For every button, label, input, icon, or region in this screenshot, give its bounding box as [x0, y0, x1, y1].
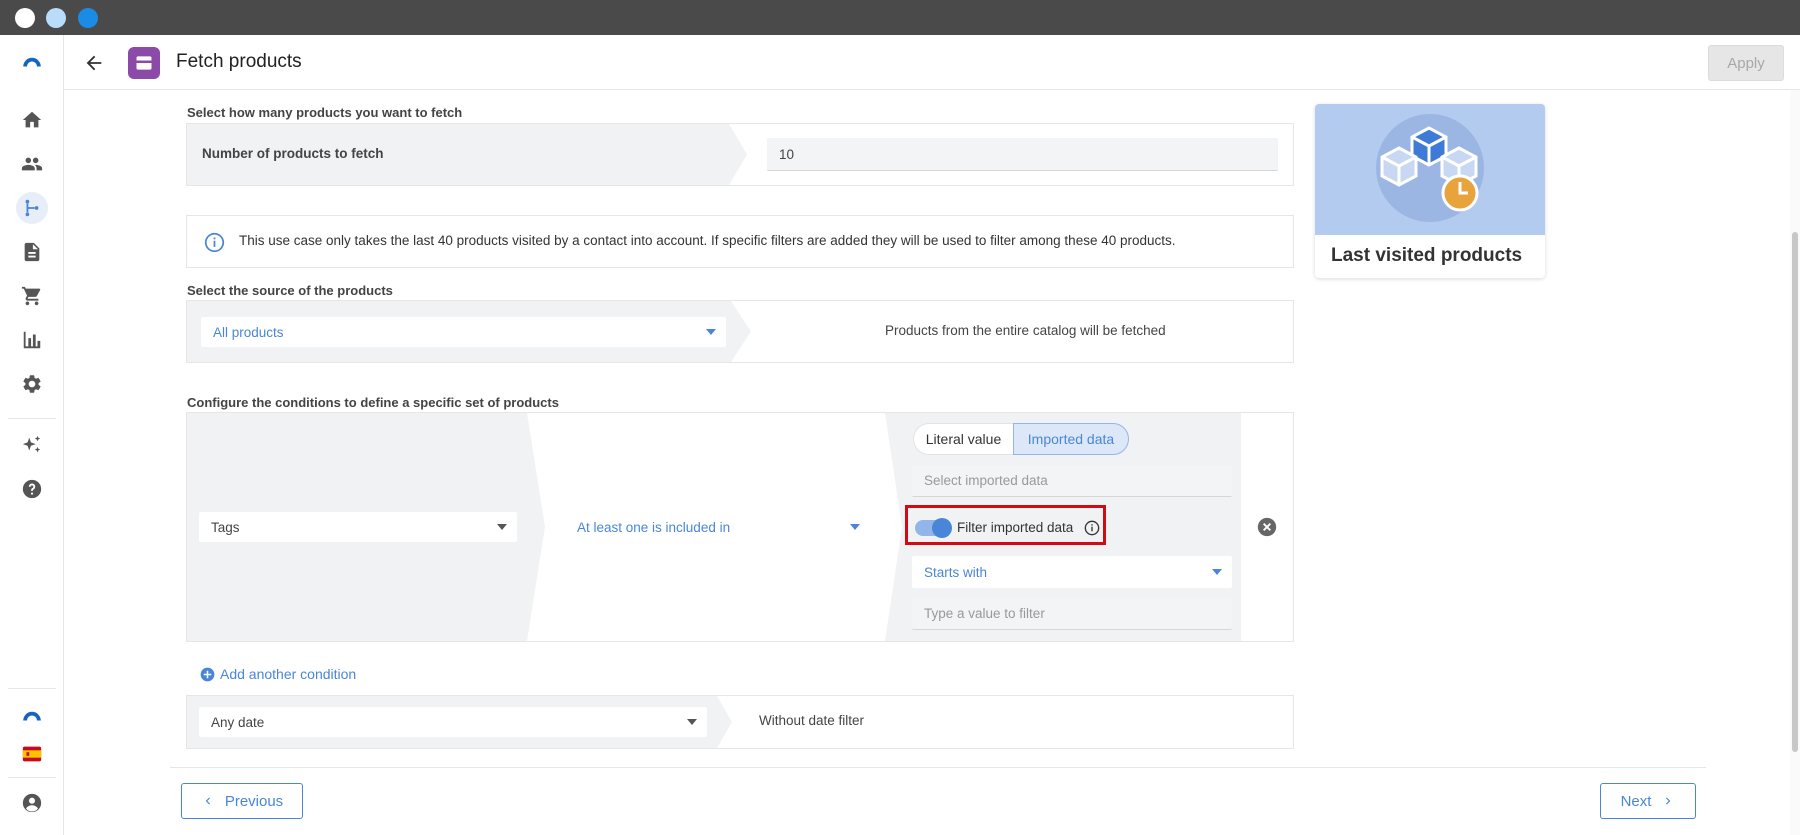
- remove-condition-icon[interactable]: [1257, 517, 1277, 537]
- cart-icon: [21, 286, 41, 306]
- add-circle-icon: [200, 667, 215, 681]
- back-button[interactable]: [80, 49, 108, 77]
- home-icon: [22, 111, 42, 128]
- sidebar: [0, 35, 64, 835]
- page-title: Fetch products: [176, 51, 302, 72]
- sidebar-item-settings[interactable]: [16, 368, 48, 400]
- filter-operator-select[interactable]: Starts with: [912, 556, 1232, 588]
- window-title-bar: [0, 0, 1800, 35]
- gear-icon: [23, 375, 41, 393]
- clock-icon: [1441, 174, 1479, 212]
- condition-field-value: Tags: [211, 519, 240, 535]
- info-box: This use case only takes the last 40 pro…: [186, 215, 1294, 268]
- page-header: Fetch products Apply: [64, 35, 1800, 90]
- date-panel: Any date Without date filter: [186, 695, 1294, 749]
- products-clock-illustration: [1376, 114, 1484, 222]
- arrow-left-icon: [86, 55, 102, 71]
- use-case-card[interactable]: Last visited products: [1315, 104, 1545, 278]
- source-panel: All products Products from the entire ca…: [186, 300, 1294, 363]
- fetch-panel: Number of products to fetch 10: [186, 123, 1294, 186]
- chevron-right-icon: [1666, 797, 1671, 805]
- branch-icon: [25, 199, 39, 217]
- window-close-button[interactable]: [15, 8, 35, 28]
- window-minimize-button[interactable]: [46, 8, 66, 28]
- user-account[interactable]: [16, 787, 48, 819]
- condition-row: Tags At least one is included in Literal…: [186, 412, 1294, 642]
- use-case-card-title: Last visited products: [1331, 245, 1523, 266]
- sidebar-item-documents[interactable]: [16, 236, 48, 268]
- source-description: Products from the entire catalog will be…: [885, 323, 1166, 338]
- logo-icon: [23, 57, 41, 67]
- chevron-down-icon: [1212, 569, 1222, 575]
- info-text: This use case only takes the last 40 pro…: [239, 233, 1176, 248]
- sidebar-item-shop[interactable]: [16, 280, 48, 312]
- logo-icon: [23, 711, 41, 721]
- filter-value-input[interactable]: Type a value to filter: [912, 598, 1232, 630]
- window-maximize-button[interactable]: [78, 8, 98, 28]
- fetch-section-label: Select how many products you want to fet…: [187, 105, 463, 120]
- sidebar-item-home[interactable]: [16, 104, 48, 136]
- sidebar-divider: [8, 777, 56, 778]
- source-select-value: All products: [213, 324, 284, 340]
- imported-data-placeholder: Select imported data: [924, 473, 1048, 488]
- filter-operator-value: Starts with: [924, 564, 988, 580]
- footer-divider: [170, 767, 1706, 768]
- module-icon: [128, 47, 160, 79]
- sidebar-item-ai[interactable]: [16, 429, 48, 461]
- condition-operator-value: At least one is included in: [577, 519, 731, 535]
- people-icon: [21, 157, 43, 171]
- apply-button[interactable]: Apply: [1708, 45, 1784, 81]
- chevron-down-icon: [706, 329, 716, 335]
- chevron-down-icon: [497, 524, 507, 530]
- previous-button[interactable]: Previous: [181, 783, 303, 819]
- language-selector[interactable]: [16, 738, 48, 770]
- brand-logo[interactable]: [16, 48, 48, 80]
- imported-data-select[interactable]: Select imported data: [912, 465, 1232, 497]
- highlight-annotation: [905, 505, 1106, 545]
- sidebar-item-flows[interactable]: [16, 192, 48, 224]
- document-icon: [24, 242, 40, 262]
- date-select-value: Any date: [211, 714, 265, 730]
- spain-flag-icon: [22, 746, 42, 762]
- chevron-down-icon: [687, 719, 697, 725]
- next-button[interactable]: Next: [1600, 783, 1696, 819]
- sidebar-item-help[interactable]: [16, 473, 48, 505]
- chevron-down-icon: [850, 524, 860, 530]
- add-condition-link[interactable]: Add another condition: [200, 664, 356, 684]
- condition-operator-select[interactable]: At least one is included in: [565, 512, 870, 542]
- fetch-count-input[interactable]: 10: [767, 138, 1278, 171]
- bar-chart-icon: [23, 331, 41, 349]
- sidebar-divider: [8, 688, 56, 689]
- card-icon: [136, 56, 152, 70]
- source-section-label: Select the source of the products: [187, 283, 393, 298]
- fetch-field-label: Number of products to fetch: [202, 146, 384, 161]
- tab-imported-data[interactable]: Imported data: [1013, 423, 1129, 455]
- sidebar-divider: [8, 418, 56, 419]
- previous-label: Previous: [224, 792, 284, 810]
- sidebar-item-reports[interactable]: [16, 324, 48, 356]
- chevron-left-icon: [205, 797, 210, 805]
- date-select[interactable]: Any date: [199, 707, 707, 737]
- scrollbar-thumb[interactable]: [1792, 232, 1798, 752]
- conditions-section-label: Configure the conditions to define a spe…: [187, 395, 559, 410]
- next-label: Next: [1620, 792, 1652, 810]
- info-icon: [204, 232, 225, 253]
- help-icon: [22, 479, 42, 499]
- account-logo[interactable]: [16, 702, 48, 734]
- sparkles-icon: [22, 435, 41, 453]
- filter-value-placeholder: Type a value to filter: [924, 606, 1045, 621]
- source-select[interactable]: All products: [201, 317, 726, 347]
- sidebar-item-contacts[interactable]: [16, 148, 48, 180]
- tab-literal-value[interactable]: Literal value: [913, 423, 1013, 455]
- add-condition-label: Add another condition: [220, 666, 357, 682]
- box-icon: [1380, 146, 1418, 187]
- account-circle-icon: [22, 793, 42, 813]
- date-description: Without date filter: [759, 713, 865, 728]
- use-case-illustration: [1315, 104, 1545, 235]
- condition-field-select[interactable]: Tags: [199, 512, 517, 542]
